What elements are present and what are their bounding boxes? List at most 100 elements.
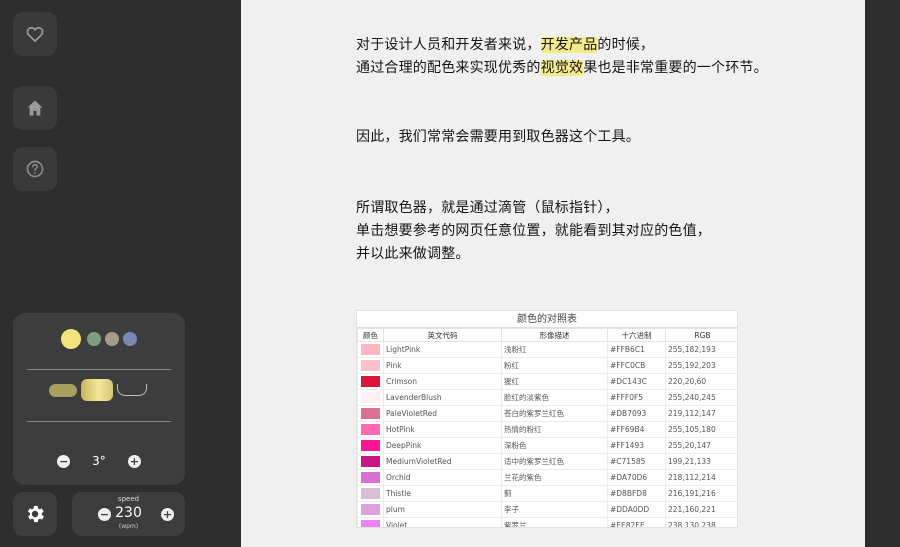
color-swatch-cell bbox=[357, 405, 384, 422]
highlighted-text: 视觉效 bbox=[540, 60, 584, 76]
table-cell-name: PaleVioletRed bbox=[383, 405, 502, 422]
color-swatch bbox=[361, 488, 380, 499]
speed-unit: (wpm) bbox=[118, 523, 139, 530]
color-swatch-cell bbox=[357, 437, 384, 454]
table-cell-desc: 粉红 bbox=[501, 357, 608, 374]
settings-button[interactable] bbox=[13, 492, 57, 536]
table-row: Violet 紫罗兰 #EE82EE 238,130,238 bbox=[357, 517, 737, 527]
shape-underline-option[interactable] bbox=[117, 384, 147, 396]
table-cell-name: MediumVioletRed bbox=[383, 453, 502, 470]
table-header-cell: 颜色 bbox=[357, 328, 384, 342]
table-cell-name: Crimson bbox=[383, 373, 502, 390]
table-cell-hex: #DB7093 bbox=[607, 405, 666, 422]
text-span: 对于设计人员和开发者来说， bbox=[356, 37, 541, 53]
divider bbox=[27, 421, 171, 422]
table-row: plum 李子 #DDA0DD 221,160,221 bbox=[357, 501, 737, 518]
color-swatch-cell bbox=[357, 469, 384, 486]
article-page: 对于设计人员和开发者来说，开发产品的时候， 通过合理的配色来实现优秀的视觉效果也… bbox=[241, 0, 865, 547]
color-swatch bbox=[361, 472, 380, 483]
home-button[interactable] bbox=[13, 86, 57, 130]
table-cell-desc: 兰花的紫色 bbox=[501, 469, 608, 486]
text-span: 所谓取色器，就是通过滴管（鼠标指针）， bbox=[356, 200, 619, 216]
favorite-button[interactable] bbox=[13, 12, 57, 56]
speed-control: speed − 230 + (wpm) bbox=[72, 492, 185, 536]
table-cell-rgb: 218,112,214 bbox=[665, 469, 737, 486]
color-option-2[interactable] bbox=[87, 332, 101, 346]
shape-gradient-option[interactable] bbox=[81, 379, 113, 401]
table-row: PaleVioletRed 苍白的紫罗兰红色 #DB7093 219,112,147 bbox=[357, 405, 737, 422]
color-option-4[interactable] bbox=[123, 332, 137, 346]
color-swatch bbox=[361, 376, 380, 387]
color-options bbox=[13, 329, 185, 349]
table-cell-hex: #C71585 bbox=[607, 453, 666, 470]
table-cell-desc: 深粉色 bbox=[501, 437, 608, 454]
gear-icon bbox=[27, 505, 44, 523]
table-row: LavenderBlush 脸红的淡紫色 #FFF0F5 255,240,245 bbox=[357, 389, 737, 406]
text-span: 果也是非常重要的一个环节。 bbox=[583, 60, 768, 76]
table-cell-rgb: 216,191,216 bbox=[665, 485, 737, 502]
table-cell-hex: #DA70D6 bbox=[607, 469, 666, 486]
color-swatch bbox=[361, 424, 380, 435]
color-swatch-cell bbox=[357, 389, 384, 406]
angle-decrease-button[interactable]: − bbox=[57, 454, 71, 468]
table-cell-name: DeepPink bbox=[383, 437, 502, 454]
color-swatch-cell bbox=[357, 517, 384, 527]
table-row: LightPink 浅粉红 #FFB6C1 255,182,193 bbox=[357, 341, 737, 358]
color-option-3[interactable] bbox=[105, 332, 119, 346]
color-swatch bbox=[361, 344, 380, 355]
color-swatch bbox=[361, 360, 380, 371]
angle-control: − 3° + bbox=[13, 454, 185, 468]
shape-pill-option[interactable] bbox=[49, 383, 77, 397]
table-title: 颜色的对照表 bbox=[357, 311, 737, 328]
table-cell-desc: 猩红 bbox=[501, 373, 608, 390]
table-cell-rgb: 220,20,60 bbox=[665, 373, 737, 390]
heart-icon bbox=[26, 26, 44, 43]
table-header-cell: 十六进制 bbox=[607, 328, 666, 342]
table-cell-name: plum bbox=[383, 501, 502, 518]
table-cell-desc: 苍白的紫罗兰红色 bbox=[501, 405, 608, 422]
color-table: 颜色 英文代码 形像描述 十六进制 RGB LightPink 浅粉红 #FFB6C1 255… bbox=[357, 328, 737, 527]
table-cell-rgb: 255,20,147 bbox=[665, 437, 737, 454]
table-cell-name: Violet bbox=[383, 517, 502, 527]
color-swatch-cell bbox=[357, 357, 384, 374]
table-cell-hex: #DC143C bbox=[607, 373, 666, 390]
color-swatch-cell bbox=[357, 341, 384, 358]
color-swatch-cell bbox=[357, 485, 384, 502]
table-cell-hex: #D8BFD8 bbox=[607, 485, 666, 502]
table-cell-name: LightPink bbox=[383, 341, 502, 358]
table-cell-rgb: 219,112,147 bbox=[665, 405, 737, 422]
color-swatch bbox=[361, 392, 380, 403]
table-cell-rgb: 255,182,193 bbox=[665, 341, 737, 358]
table-row: Thistle 蓟 #D8BFD8 216,191,216 bbox=[357, 485, 737, 502]
table-cell-hex: #FF1493 bbox=[607, 437, 666, 454]
angle-increase-button[interactable]: + bbox=[127, 454, 141, 468]
table-cell-hex: #DDA0DD bbox=[607, 501, 666, 518]
help-button[interactable] bbox=[13, 147, 57, 191]
divider bbox=[27, 369, 171, 370]
color-option-1[interactable] bbox=[61, 329, 81, 349]
speed-increase-button[interactable]: + bbox=[161, 508, 174, 521]
table-cell-hex: #FF69B4 bbox=[607, 421, 666, 438]
color-swatch-cell bbox=[357, 501, 384, 518]
table-row: Pink 粉红 #FFC0CB 255,192,203 bbox=[357, 357, 737, 374]
shape-options bbox=[49, 379, 147, 401]
text-span: 单击想要参考的网页任意位置，就能看到其对应的色值， bbox=[356, 223, 711, 239]
table-cell-desc: 适中的紫罗兰红色 bbox=[501, 453, 608, 470]
color-swatch bbox=[361, 408, 380, 419]
table-row: HotPink 热情的粉红 #FF69B4 255,105,180 bbox=[357, 421, 737, 438]
table-cell-rgb: 221,160,221 bbox=[665, 501, 737, 518]
table-cell-name: Pink bbox=[383, 357, 502, 374]
highlighted-text: 开发产品 bbox=[540, 37, 598, 53]
paragraph-definition: 所谓取色器，就是通过滴管（鼠标指针）， 单击想要参考的网页任意位置，就能看到其对… bbox=[356, 197, 711, 266]
color-swatch bbox=[361, 504, 380, 515]
table-cell-name: HotPink bbox=[383, 421, 502, 438]
table-cell-hex: #FFC0CB bbox=[607, 357, 666, 374]
table-cell-rgb: 255,105,180 bbox=[665, 421, 737, 438]
table-cell-desc: 紫罗兰 bbox=[501, 517, 608, 527]
paragraph-intro: 对于设计人员和开发者来说，开发产品的时候， 通过合理的配色来实现优秀的视觉效果也… bbox=[356, 34, 768, 80]
color-swatch bbox=[361, 456, 380, 467]
paragraph-tool: 因此，我们常常会需要用到取色器这个工具。 bbox=[356, 129, 640, 145]
table-header-cell: RGB bbox=[665, 328, 737, 342]
speed-label: speed bbox=[117, 495, 140, 503]
text-span: 通过合理的配色来实现优秀的 bbox=[356, 60, 541, 76]
